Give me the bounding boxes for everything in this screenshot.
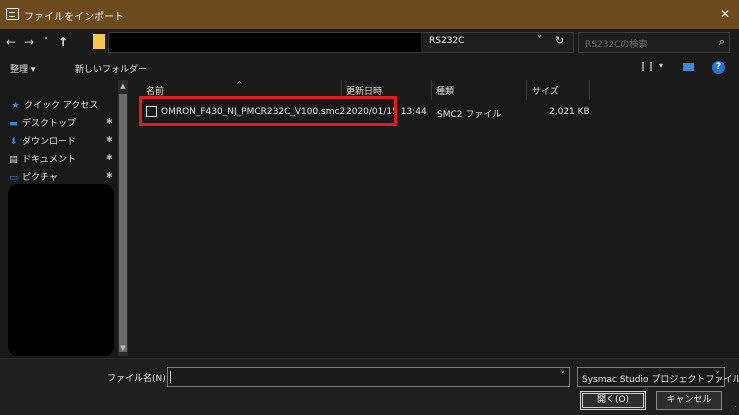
column-divider[interactable] — [431, 80, 432, 100]
star-icon: ★ — [11, 101, 20, 111]
redacted-sidebar-area — [8, 184, 114, 356]
cancel-button[interactable]: キャンセル — [656, 391, 722, 410]
scroll-down-icon[interactable]: ▼ — [118, 344, 128, 352]
dialog-footer: ファイル名(N): ˅ Sysmac Studio プロジェクトファイル ˅ 開… — [0, 358, 739, 415]
navigation-pane: ★ クイック アクセス ▬ デスクトップ ✱ ⬇ ダウンロード ✱ ▤ ドキュメント ✱… — [0, 80, 118, 358]
up-arrow-icon[interactable]: ↑ — [56, 33, 70, 51]
filename-label: ファイル名(N): — [107, 374, 169, 384]
sidebar-item-quick-access[interactable]: ★ クイック アクセス — [10, 98, 98, 111]
pictures-icon: ▭ — [9, 173, 18, 183]
refresh-icon[interactable]: ↻ — [555, 34, 564, 47]
filetype-select[interactable]: Sysmac Studio プロジェクトファイル ˅ — [577, 367, 739, 387]
filename-dropdown-chevron-icon[interactable]: ˅ — [561, 371, 566, 381]
scrollbar-thumb[interactable] — [119, 94, 127, 352]
close-icon[interactable]: ✕ — [717, 6, 733, 22]
search-placeholder: RS232Cの検索 — [585, 40, 648, 50]
desktop-icon: ▬ — [9, 119, 18, 129]
download-icon: ⬇ — [9, 137, 18, 147]
title-bar: ファイルをインポート ✕ — [0, 0, 739, 29]
open-button[interactable]: 開く(O) — [580, 391, 646, 410]
help-icon[interactable]: ? — [712, 61, 725, 74]
filetype-dropdown-chevron-icon[interactable]: ˅ — [716, 371, 721, 381]
file-highlight-box — [139, 96, 397, 126]
document-icon: ▤ — [9, 155, 18, 165]
file-type: SMC2 ファイル — [437, 110, 502, 120]
column-divider[interactable] — [589, 80, 590, 100]
address-bar[interactable]: RS232C ˅ ↻ — [108, 32, 574, 53]
preview-pane-icon[interactable] — [683, 63, 694, 71]
pin-icon: ✱ — [106, 171, 113, 180]
new-folder-button[interactable]: 新しいフォルダー — [75, 62, 147, 75]
search-input[interactable]: RS232Cの検索 ⌕ — [578, 32, 730, 53]
sidebar-item-label: デスクトップ — [22, 119, 77, 129]
forward-arrow-icon[interactable]: → — [22, 33, 36, 51]
pin-icon: ✱ — [106, 153, 113, 162]
pin-icon: ✱ — [106, 117, 113, 126]
sidebar-item-pictures[interactable]: ▭ ピクチャ — [8, 170, 58, 183]
organize-button[interactable]: 整理 ▾ — [10, 62, 35, 75]
text-caret — [170, 371, 171, 383]
dialog-window-icon — [6, 8, 19, 20]
recent-locations-chevron-icon[interactable]: ˅ — [40, 33, 52, 51]
folder-icon — [93, 34, 105, 49]
window-title: ファイルをインポート — [24, 12, 124, 23]
column-header-type[interactable]: 種類 — [436, 84, 454, 97]
column-divider[interactable] — [526, 80, 527, 100]
navigation-pane-scrollbar[interactable]: ▲ ▼ — [118, 80, 128, 356]
address-dropdown-chevron-icon[interactable]: ˅ — [537, 35, 542, 46]
view-dropdown-chevron-icon[interactable]: ▾ — [659, 61, 663, 70]
column-header-size[interactable]: サイズ — [532, 84, 559, 97]
sidebar-item-label: ダウンロード — [22, 137, 77, 147]
redacted-path — [109, 33, 421, 52]
search-icon[interactable]: ⌕ — [719, 35, 725, 49]
pin-icon: ✱ — [106, 135, 113, 144]
sidebar-item-desktop[interactable]: ▬ デスクトップ — [8, 116, 76, 129]
sidebar-item-label: ドキュメント — [22, 155, 77, 165]
filename-input[interactable]: ˅ — [167, 367, 570, 387]
sidebar-item-label: ピクチャ — [22, 173, 58, 183]
sidebar-item-documents[interactable]: ▤ ドキュメント — [8, 152, 76, 165]
view-options-icon[interactable] — [642, 62, 652, 71]
sidebar-item-downloads[interactable]: ⬇ ダウンロード — [8, 134, 76, 147]
navigation-bar: ← → ˅ ↑ RS232C ˅ ↻ RS232Cの検索 ⌕ — [0, 29, 739, 56]
command-toolbar: 整理 ▾ 新しいフォルダー ▾ ? — [0, 56, 739, 80]
resize-grip-icon[interactable]: ⋰ — [730, 405, 737, 413]
sort-ascending-icon: ^ — [236, 80, 243, 89]
sidebar-item-label: クイック アクセス — [24, 101, 99, 111]
scroll-up-icon[interactable]: ▲ — [118, 82, 128, 90]
file-size: 2,021 KB — [549, 107, 590, 117]
address-segment-rs232c[interactable]: RS232C — [429, 36, 464, 46]
back-arrow-icon[interactable]: ← — [4, 33, 18, 51]
